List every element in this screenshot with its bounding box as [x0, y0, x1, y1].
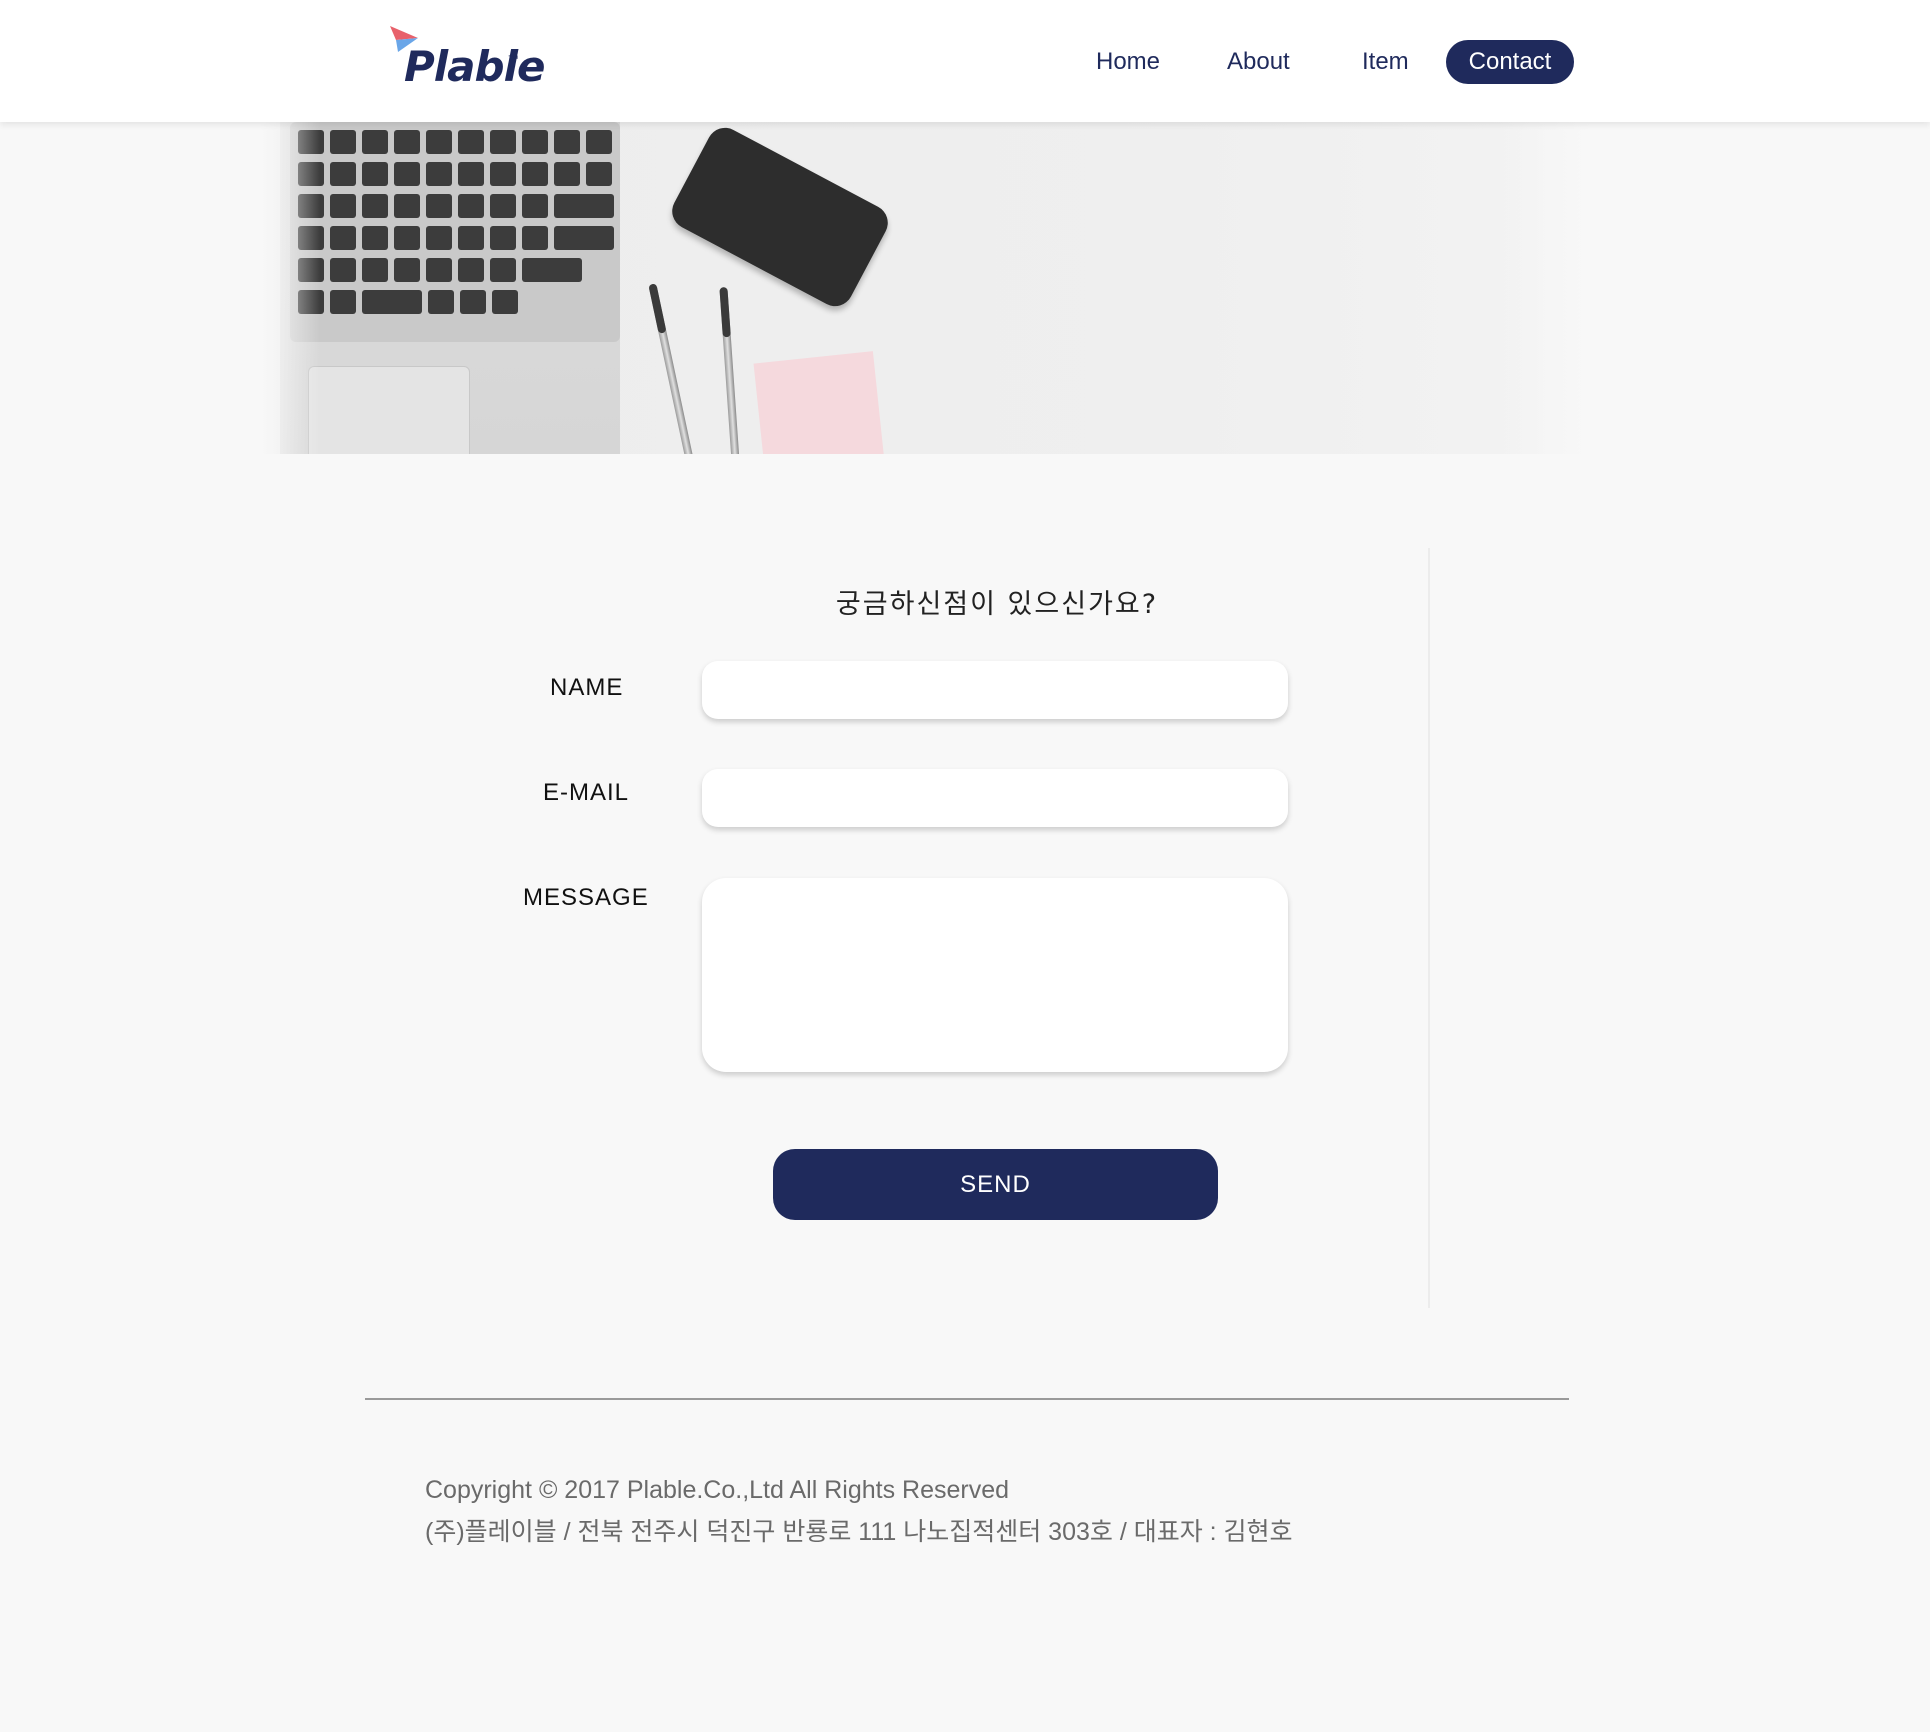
plable-logo[interactable]: Plable ™ [388, 24, 545, 94]
email-label: E-MAIL [543, 779, 630, 806]
hero-banner-image [260, 122, 1590, 454]
send-button[interactable]: SEND [773, 1149, 1218, 1220]
notepad-illustration [753, 351, 887, 454]
laptop-illustration [280, 122, 620, 454]
pen-illustration [719, 286, 741, 454]
site-header: Plable ™ Home About Item Contact [0, 0, 1930, 122]
name-input[interactable] [702, 661, 1288, 719]
trackpad-illustration [308, 366, 470, 454]
email-input[interactable] [702, 769, 1288, 827]
form-title: 궁금하신점이 있으신가요? [835, 589, 1159, 620]
message-textarea[interactable] [702, 878, 1288, 1072]
nav-contact[interactable]: Contact [1446, 40, 1574, 84]
message-label: MESSAGE [523, 884, 649, 911]
phone-illustration [665, 122, 895, 313]
logo-text: Plable [404, 42, 545, 91]
name-label: NAME [550, 674, 624, 701]
footer-address: (주)플레이블 / 전북 전주시 덕진구 반룡로 111 나노집적센터 303호… [425, 1518, 1293, 1546]
logo-trademark: ™ [508, 54, 519, 66]
keyboard-illustration [290, 122, 620, 342]
footer-copyright: Copyright © 2017 Plable.Co.,Ltd All Righ… [425, 1476, 1010, 1504]
nav-item[interactable]: Item [1362, 40, 1409, 84]
nav-about[interactable]: About [1227, 40, 1290, 84]
nav-home[interactable]: Home [1096, 40, 1160, 84]
footer-divider [365, 1398, 1569, 1400]
pen-illustration [648, 283, 696, 454]
